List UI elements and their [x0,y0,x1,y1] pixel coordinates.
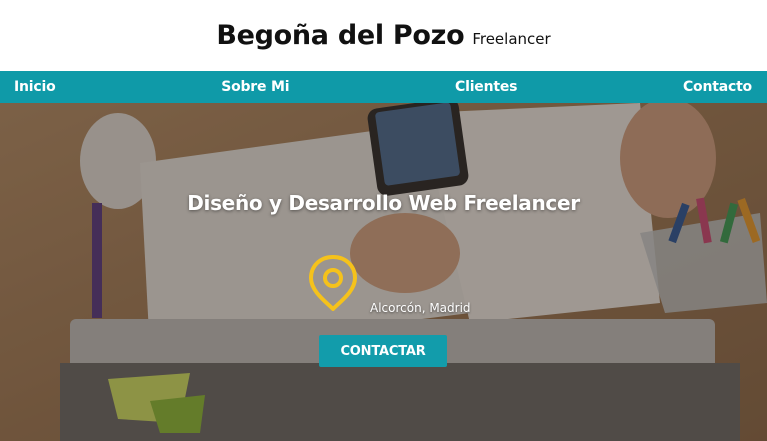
hero-overlay [0,103,767,441]
location-text: Alcorcón, Madrid [370,301,471,315]
nav-item-contacto[interactable]: Contacto [683,79,752,95]
map-pin-icon [308,254,358,316]
nav-item-clientes[interactable]: Clientes [455,79,517,95]
site-header: Begoña del Pozo Freelancer [0,0,767,71]
main-nav: Inicio Sobre Mi Clientes Contacto [0,71,767,103]
nav-item-inicio[interactable]: Inicio [14,79,56,95]
site-subtitle: Freelancer [472,29,551,48]
hero-headline: Diseño y Desarrollo Web Freelancer [187,191,580,215]
hero-section: Diseño y Desarrollo Web Freelancer Alcor… [0,103,767,441]
site-title: Begoña del Pozo [216,20,465,51]
nav-item-sobre-mi[interactable]: Sobre Mi [221,79,289,95]
contactar-button[interactable]: CONTACTAR [319,335,447,367]
